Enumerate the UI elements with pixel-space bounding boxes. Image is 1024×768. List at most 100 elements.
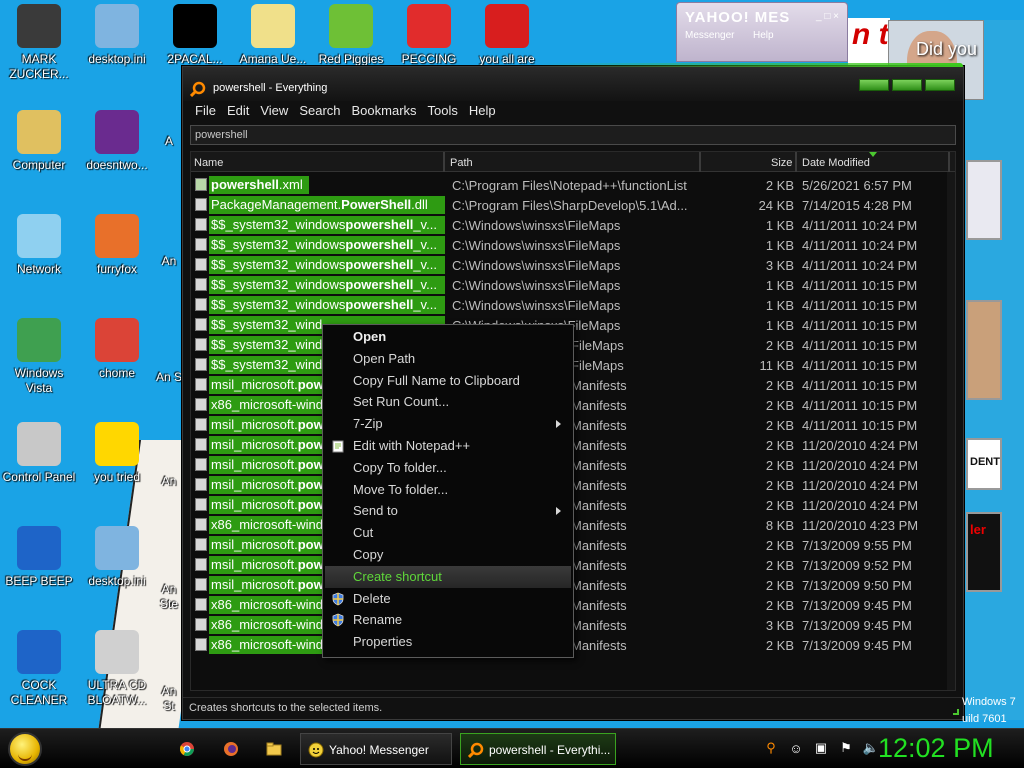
table-row[interactable]: $$_system32_windowspowershell_v... C:\Win… — [191, 294, 951, 314]
desktop-icon[interactable]: MARK ZUCKER... — [0, 4, 78, 82]
menu-item-copy-to-folder[interactable]: Copy To folder... — [325, 457, 571, 479]
column-divider[interactable] — [948, 152, 950, 172]
column-date-modified[interactable]: Date Modified — [802, 157, 870, 172]
desktop-icon-partial[interactable]: An — [156, 474, 182, 489]
menu-item-delete[interactable]: Delete — [325, 588, 571, 610]
menu-item-create-shortcut[interactable]: Create shortcut — [325, 565, 571, 588]
file-icon — [195, 358, 207, 371]
menu-item-properties[interactable]: Properties — [325, 631, 571, 653]
desktop-widget: ler — [966, 512, 1002, 592]
yahoo-messenger-window[interactable]: YAHOO! MES _ □ × Messenger Help — [676, 2, 848, 62]
resize-grip-icon[interactable] — [953, 709, 959, 715]
menu-file[interactable]: File — [193, 101, 223, 121]
desktop-icon-partial[interactable]: An St — [156, 684, 182, 714]
everything-tray-icon[interactable]: ⚲ — [762, 739, 780, 757]
table-row[interactable]: powershell.xml C:\Program Files\Notepad++… — [191, 174, 951, 194]
menu-tools[interactable]: Tools — [426, 101, 465, 121]
menu-item-edit-with-notepad[interactable]: Edit with Notepad++ — [325, 435, 571, 457]
file-date: 11/20/2010 4:23 PM — [802, 518, 919, 533]
chrome-icon[interactable] — [175, 737, 199, 761]
folder-icon[interactable] — [262, 737, 286, 761]
desktop-icon[interactable]: 2PACAL... — [156, 4, 234, 67]
taskbar-yahoo-messenger[interactable]: Yahoo! Messenger — [300, 733, 452, 765]
desktop-icon-partial[interactable]: An — [156, 254, 182, 269]
menu-item-rename[interactable]: Rename — [325, 609, 571, 631]
yahoo-menu-messenger[interactable]: Messenger — [685, 30, 734, 41]
document-icon — [251, 4, 295, 48]
taskbar-everything[interactable]: powershell - Everythi... — [460, 733, 616, 765]
start-button[interactable] — [8, 732, 42, 766]
desktop-icon-label: A — [164, 134, 173, 148]
file-name: $$_system32_windowspowershell_v... — [209, 296, 445, 314]
search-input[interactable]: powershell — [190, 125, 956, 145]
close-button[interactable] — [925, 79, 955, 91]
desktop-icon-label: COCK CLEANER — [10, 678, 68, 707]
desktop-icon[interactable]: Windows Vista — [0, 318, 78, 396]
menu-item-move-to-folder[interactable]: Move To folder... — [325, 479, 571, 501]
minimize-button[interactable] — [859, 79, 889, 91]
menu-help[interactable]: Help — [467, 101, 503, 121]
desktop-icon[interactable]: desktop.ini — [78, 526, 156, 589]
menu-item-7-zip[interactable]: 7-Zip — [325, 413, 571, 435]
table-row[interactable]: $$_system32_windowspowershell_v... C:\Win… — [191, 254, 951, 274]
column-divider[interactable] — [795, 152, 797, 172]
network-tray-icon[interactable]: ▣ — [812, 739, 830, 757]
desktop-icon[interactable]: you all are — [468, 4, 546, 67]
column-divider[interactable] — [699, 152, 701, 172]
file-name: $$_system32_windowspowershell_v... — [209, 256, 445, 274]
yahoo-menu-help[interactable]: Help — [753, 30, 774, 41]
desktop-icon[interactable]: Computer — [0, 110, 78, 173]
desktop-icon[interactable]: Control Panel — [0, 422, 78, 485]
desktop-icon[interactable]: PECCING — [390, 4, 468, 67]
table-row[interactable]: $$_system32_windowspowershell_v... C:\Win… — [191, 214, 951, 234]
flag-tray-icon[interactable]: ⚑ — [837, 739, 855, 757]
table-row[interactable]: $$_system32_windowspowershell_v... C:\Win… — [191, 274, 951, 294]
column-name[interactable]: Name — [194, 157, 223, 172]
menu-item-copy[interactable]: Copy — [325, 544, 571, 566]
vertical-scrollbar[interactable] — [947, 172, 955, 690]
menu-item-cut[interactable]: Cut — [325, 522, 571, 544]
messenger-tray-icon[interactable]: ☺ — [787, 739, 805, 757]
desktop-icon[interactable]: COCK CLEANER — [0, 630, 78, 708]
table-row[interactable]: $$_system32_windowspowershell_v... C:\Win… — [191, 234, 951, 254]
desktop-widget — [966, 300, 1002, 400]
menu-item-open[interactable]: Open — [325, 326, 571, 348]
menu-bookmarks[interactable]: Bookmarks — [350, 101, 424, 121]
menu-edit[interactable]: Edit — [225, 101, 256, 121]
menu-item-copy-full-name-to-clipboard[interactable]: Copy Full Name to Clipboard — [325, 370, 571, 392]
desktop-icon[interactable]: BEEP BEEP — [0, 526, 78, 589]
maximize-button[interactable] — [892, 79, 922, 91]
desktop-icon[interactable]: Network — [0, 214, 78, 277]
firefox-icon[interactable] — [219, 737, 243, 761]
desktop-icon[interactable]: ULTRA CD BLOATW... — [78, 630, 156, 708]
menu-item-set-run-count[interactable]: Set Run Count... — [325, 391, 571, 413]
menu-item-open-path[interactable]: Open Path — [325, 348, 571, 370]
menu-item-send-to[interactable]: Send to — [325, 500, 571, 522]
desktop-icon[interactable]: you tried — [78, 422, 156, 485]
menu-view[interactable]: View — [258, 101, 295, 121]
yahoo-window-controls[interactable]: _ □ × — [816, 11, 839, 22]
desktop-icon-partial[interactable]: A — [156, 134, 182, 149]
table-row[interactable]: PackageManagement.PowerShell.dll C:\Progr… — [191, 194, 951, 214]
desktop-icon[interactable]: furryfox — [78, 214, 156, 277]
column-size[interactable]: Size — [771, 157, 792, 172]
desktop-icon[interactable]: desktop.ini — [78, 4, 156, 67]
desktop-icon[interactable]: chome — [78, 318, 156, 381]
file-date: 11/20/2010 4:24 PM — [802, 458, 919, 473]
desktop-icon[interactable]: Amana Ue... — [234, 4, 312, 67]
watermark-line1: Windows 7 — [962, 696, 1016, 708]
desktop-icon-partial[interactable]: An Ste — [156, 582, 182, 612]
column-divider[interactable] — [443, 152, 445, 172]
clock[interactable]: 12:02 PM — [878, 733, 994, 764]
desktop-widget — [966, 160, 1002, 240]
desktop-icon[interactable]: Red Piggies — [312, 4, 390, 67]
file-size: 2 KB — [765, 438, 794, 453]
desktop-icon-partial[interactable]: An S — [156, 370, 182, 385]
file-name-suffix: _v... — [413, 297, 437, 312]
menu-search[interactable]: Search — [297, 101, 347, 121]
desktop-icon[interactable]: doesntwo... — [78, 110, 156, 173]
file-icon — [195, 218, 207, 231]
file-date: 4/11/2011 10:15 PM — [802, 298, 918, 313]
title-bar[interactable]: powershell - Everything — [183, 67, 963, 101]
column-path[interactable]: Path — [450, 157, 473, 172]
